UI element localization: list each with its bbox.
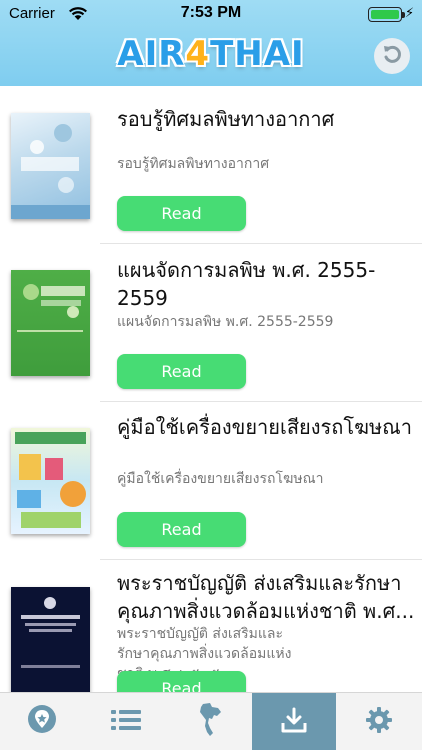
item-title: รอบรู้ทิศมลพิษทางอากาศ <box>117 107 335 131</box>
refresh-button[interactable] <box>374 38 410 74</box>
item-title: พระราชบัญญัติ ส่งเสริมและรักษาคุณภาพสิ่ง… <box>117 571 415 623</box>
gear-icon <box>365 706 393 738</box>
refresh-icon <box>381 43 403 69</box>
book-cover <box>11 587 90 692</box>
book-cover <box>11 113 90 219</box>
list-item[interactable]: คู่มือใช้เครื่องขยายเสียงรถโฆษณา คู่มือใ… <box>0 402 422 559</box>
status-bar: Carrier 7:53 PM ⚡ <box>0 0 422 28</box>
read-button[interactable]: Read <box>117 354 246 389</box>
download-icon <box>280 706 308 738</box>
tab-settings[interactable] <box>336 693 422 750</box>
item-description: แผนจัดการมลพิษ พ.ศ. 2555-2559 <box>117 314 334 330</box>
battery-icon <box>368 7 405 22</box>
list-icon <box>111 709 141 735</box>
read-button[interactable]: Read <box>117 671 246 692</box>
tab-list[interactable] <box>84 693 168 750</box>
item-title: คู่มือใช้เครื่องขยายเสียงรถโฆษณา <box>117 415 412 439</box>
item-description: คู่มือใช้เครื่องขยายเสียงรถโฆษณา <box>117 471 324 487</box>
item-description: รอบรู้ทิศมลพิษทางอากาศ <box>117 156 270 172</box>
app-header: Carrier 7:53 PM ⚡ AIR4THAI <box>0 0 422 86</box>
tab-downloads[interactable] <box>252 693 336 750</box>
logo-thai: THAI <box>210 34 305 74</box>
thailand-map-icon <box>197 702 223 742</box>
book-cover <box>11 428 90 534</box>
tab-map[interactable] <box>168 693 252 750</box>
charging-icon: ⚡ <box>405 6 415 21</box>
logo-four: 4 <box>185 34 211 74</box>
logo-air: AIR <box>117 34 186 74</box>
read-button[interactable]: Read <box>117 196 246 231</box>
favorite-pin-icon <box>26 704 58 740</box>
list-item[interactable]: รอบรู้ทิศมลพิษทางอากาศ รอบรู้ทิศมลพิษทาง… <box>0 86 422 243</box>
app-logo: AIR4THAI <box>0 34 422 74</box>
tab-favorites[interactable] <box>0 693 84 750</box>
list-item[interactable]: แผนจัดการมลพิษ พ.ศ. 2555-2559 แผนจัดการม… <box>0 244 422 401</box>
book-cover <box>11 270 90 376</box>
item-title: แผนจัดการมลพิษ พ.ศ. 2555-2559 <box>117 258 376 310</box>
tab-bar <box>0 692 422 750</box>
list-item[interactable]: พระราชบัญญัติ ส่งเสริมและรักษาคุณภาพสิ่ง… <box>0 560 422 692</box>
clock-label: 7:53 PM <box>180 4 242 21</box>
document-list[interactable]: รอบรู้ทิศมลพิษทางอากาศ รอบรู้ทิศมลพิษทาง… <box>0 86 422 692</box>
read-button[interactable]: Read <box>117 512 246 547</box>
